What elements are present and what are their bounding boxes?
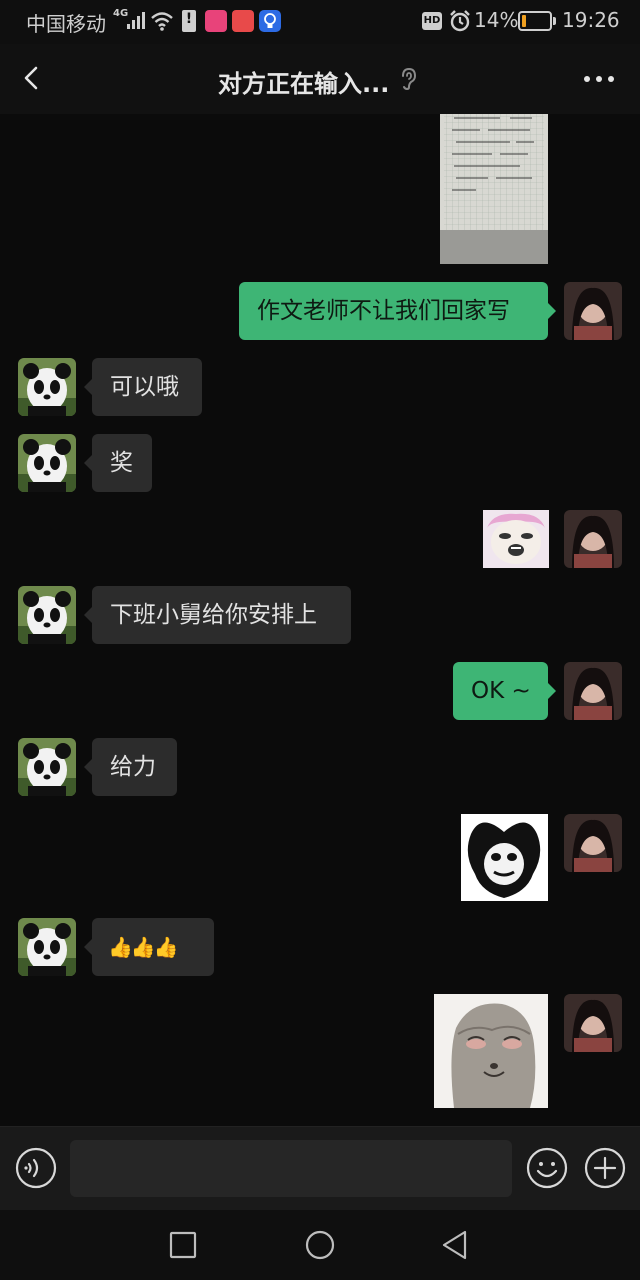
hd-badge: HD <box>422 12 442 30</box>
message-bubble[interactable]: 作文老师不让我们回家写 <box>239 282 556 340</box>
battery-nub <box>553 17 556 25</box>
contact-avatar[interactable] <box>18 358 76 416</box>
recents-square-icon[interactable] <box>164 1226 202 1264</box>
carrier-label: 中国移动 <box>26 12 106 36</box>
voice-icon[interactable] <box>15 1147 57 1189</box>
wifi-icon <box>151 12 173 31</box>
my-avatar[interactable] <box>564 510 622 568</box>
my-avatar[interactable] <box>564 994 622 1052</box>
battery-percent: 14% <box>474 8 519 32</box>
back-icon[interactable] <box>14 60 50 96</box>
message-input[interactable] <box>70 1140 512 1197</box>
alert-icon <box>182 10 196 32</box>
input-bar <box>0 1126 640 1210</box>
emoji-icon[interactable] <box>526 1147 568 1189</box>
message-bubble[interactable]: 可以哦 <box>84 358 202 416</box>
sticker-message[interactable] <box>461 814 548 901</box>
message-bubble[interactable]: 奖 <box>84 434 152 492</box>
plus-icon[interactable] <box>584 1147 626 1189</box>
more-icon[interactable] <box>578 64 622 94</box>
my-avatar[interactable] <box>564 662 622 720</box>
image-message[interactable] <box>440 114 548 264</box>
contact-avatar[interactable] <box>18 586 76 644</box>
battery-icon <box>518 11 552 31</box>
status-bar: 中国移动 4G HD 14% 19:26 <box>0 0 640 44</box>
contact-avatar[interactable] <box>18 918 76 976</box>
thumbs-up-emoji: 👍👍👍 <box>108 935 179 959</box>
chat-title: 对方正在输入... <box>218 70 390 98</box>
contact-avatar[interactable] <box>18 434 76 492</box>
message-bubble[interactable]: OK ~ <box>453 662 556 720</box>
message-bubble[interactable]: 下班小舅给你安排上 <box>84 586 351 644</box>
alarm-icon <box>450 10 470 32</box>
signal-icon <box>127 12 145 29</box>
ear-icon <box>402 67 417 91</box>
sticker-message[interactable] <box>483 510 549 568</box>
sticker-message[interactable] <box>434 994 548 1108</box>
my-avatar[interactable] <box>564 814 622 872</box>
chat-area[interactable]: 作文老师不让我们回家写 可以哦 奖 下班小舅给你安排上 OK ~ 给力 👍👍👍 <box>0 114 640 1126</box>
home-circle-icon[interactable] <box>301 1226 339 1264</box>
message-bubble[interactable]: 给力 <box>84 738 177 796</box>
back-triangle-icon[interactable] <box>436 1226 474 1264</box>
clock: 19:26 <box>562 8 620 32</box>
my-avatar[interactable] <box>564 282 622 340</box>
bilibili-app-icon <box>205 10 227 32</box>
message-bubble[interactable]: 👍👍👍 <box>84 918 214 976</box>
contact-avatar[interactable] <box>18 738 76 796</box>
chat-header: 对方正在输入... <box>0 44 640 114</box>
system-nav-bar <box>0 1210 640 1280</box>
lightbulb-app-icon <box>259 10 281 32</box>
shopping-app-icon <box>232 10 254 32</box>
